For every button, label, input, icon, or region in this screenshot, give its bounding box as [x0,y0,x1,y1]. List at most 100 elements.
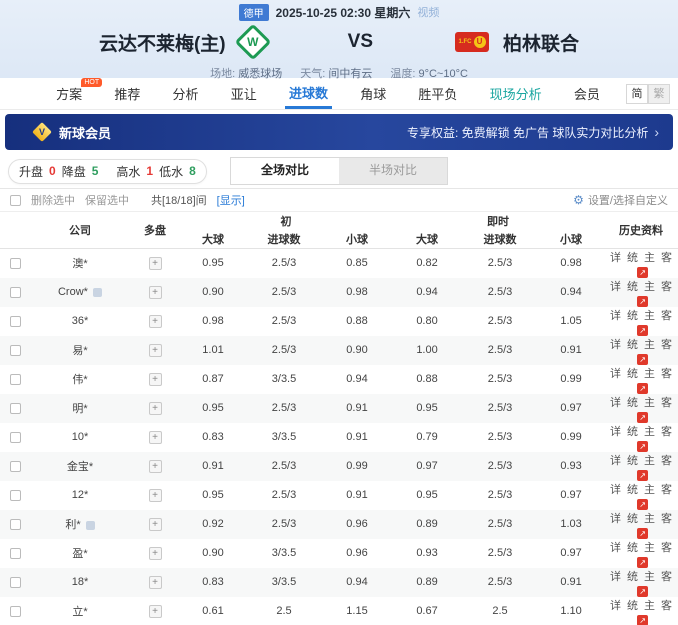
trend-chart-icon[interactable]: ↗ [637,441,648,452]
history-link[interactable]: 统 [627,571,638,583]
history-link[interactable]: 主 [644,397,655,409]
history-link[interactable]: 统 [627,542,638,554]
trend-chart-icon[interactable]: ↗ [637,383,648,394]
history-link[interactable]: 详 [610,368,621,380]
multi-odds-expand-button[interactable]: + [149,518,162,531]
nav-tab-现场分析[interactable]: 现场分析 [486,78,546,109]
history-link[interactable]: 详 [610,281,621,293]
history-link[interactable]: 主 [644,252,655,264]
company-name[interactable]: 立* [72,606,87,618]
history-link[interactable]: 客 [661,571,672,583]
multi-odds-expand-button[interactable]: + [149,460,162,473]
history-link[interactable]: 详 [610,571,621,583]
history-link[interactable]: 主 [644,368,655,380]
history-link[interactable]: 主 [644,339,655,351]
multi-odds-expand-button[interactable]: + [149,547,162,560]
history-link[interactable]: 详 [610,426,621,438]
history-link[interactable]: 统 [627,281,638,293]
history-link[interactable]: 客 [661,426,672,438]
multi-odds-expand-button[interactable]: + [149,373,162,386]
row-checkbox[interactable] [10,258,21,269]
history-link[interactable]: 主 [644,600,655,612]
nav-tab-推荐[interactable]: 推荐 [110,78,144,109]
history-link[interactable]: 主 [644,310,655,322]
nav-tab-方案[interactable]: 方案HOT [52,78,86,109]
company-name[interactable]: 金宝* [67,461,93,473]
history-link[interactable]: 客 [661,397,672,409]
history-link[interactable]: 客 [661,455,672,467]
company-name[interactable]: 易* [72,345,87,357]
trend-chart-icon[interactable]: ↗ [637,267,648,278]
row-checkbox[interactable] [10,548,21,559]
row-checkbox[interactable] [10,490,21,501]
company-name[interactable]: 10* [72,431,89,443]
multi-odds-expand-button[interactable]: + [149,286,162,299]
history-link[interactable]: 统 [627,252,638,264]
nav-tab-角球[interactable]: 角球 [356,78,390,109]
league-badge[interactable]: 德甲 [239,4,269,21]
history-link[interactable]: 详 [610,397,621,409]
history-link[interactable]: 主 [644,542,655,554]
row-checkbox[interactable] [10,461,21,472]
lang-traditional-button[interactable]: 繁 [648,84,670,104]
history-link[interactable]: 统 [627,310,638,322]
history-link[interactable]: 详 [610,339,621,351]
history-link[interactable]: 主 [644,426,655,438]
company-name[interactable]: 盈* [72,548,87,560]
nav-tab-胜平负[interactable]: 胜平负 [414,78,461,109]
row-checkbox[interactable] [10,287,21,298]
trend-chart-icon[interactable]: ↗ [637,557,648,568]
history-link[interactable]: 客 [661,252,672,264]
history-link[interactable]: 统 [627,397,638,409]
company-name[interactable]: 18* [72,576,89,588]
half-match-button[interactable]: 半场对比 [339,158,447,184]
history-link[interactable]: 详 [610,455,621,467]
row-checkbox[interactable] [10,577,21,588]
multi-odds-expand-button[interactable]: + [149,257,162,270]
multi-odds-expand-button[interactable]: + [149,489,162,502]
company-name[interactable]: Crow* [58,286,88,298]
chevron-right-icon[interactable]: › [654,124,659,140]
trend-chart-icon[interactable]: ↗ [637,325,648,336]
trend-chart-icon[interactable]: ↗ [637,412,648,423]
history-link[interactable]: 主 [644,484,655,496]
delete-selected-button[interactable]: 删除选中 [31,192,75,208]
keep-selected-button[interactable]: 保留选中 [85,192,129,208]
trend-chart-icon[interactable]: ↗ [637,296,648,307]
company-name[interactable]: 12* [72,489,89,501]
trend-chart-icon[interactable]: ↗ [637,528,648,539]
nav-tab-亚让[interactable]: 亚让 [227,78,261,109]
row-checkbox[interactable] [10,519,21,530]
history-link[interactable]: 详 [610,600,621,612]
history-link[interactable]: 统 [627,455,638,467]
history-link[interactable]: 统 [627,513,638,525]
history-link[interactable]: 客 [661,542,672,554]
history-link[interactable]: 统 [627,339,638,351]
row-checkbox[interactable] [10,606,21,617]
row-checkbox[interactable] [10,316,21,327]
settings-customize-link[interactable]: 设置/选择自定义 [588,192,668,208]
history-link[interactable]: 统 [627,484,638,496]
company-name[interactable]: 36* [72,315,89,327]
history-link[interactable]: 详 [610,513,621,525]
history-link[interactable]: 客 [661,484,672,496]
company-name[interactable]: 伟* [72,374,87,386]
gear-icon[interactable]: ⚙ [573,193,584,207]
history-link[interactable]: 客 [661,339,672,351]
company-name[interactable]: 澳* [72,258,87,270]
trend-chart-icon[interactable]: ↗ [637,499,648,510]
history-link[interactable]: 主 [644,281,655,293]
history-link[interactable]: 客 [661,281,672,293]
full-match-button[interactable]: 全场对比 [231,158,339,184]
row-checkbox[interactable] [10,374,21,385]
company-name[interactable]: 明* [72,403,87,415]
trend-chart-icon[interactable]: ↗ [637,354,648,365]
row-checkbox[interactable] [10,345,21,356]
history-link[interactable]: 详 [610,252,621,264]
multi-odds-expand-button[interactable]: + [149,576,162,589]
history-link[interactable]: 客 [661,368,672,380]
company-name[interactable]: 利* [65,519,80,531]
row-checkbox[interactable] [10,403,21,414]
history-link[interactable]: 主 [644,455,655,467]
history-link[interactable]: 主 [644,571,655,583]
